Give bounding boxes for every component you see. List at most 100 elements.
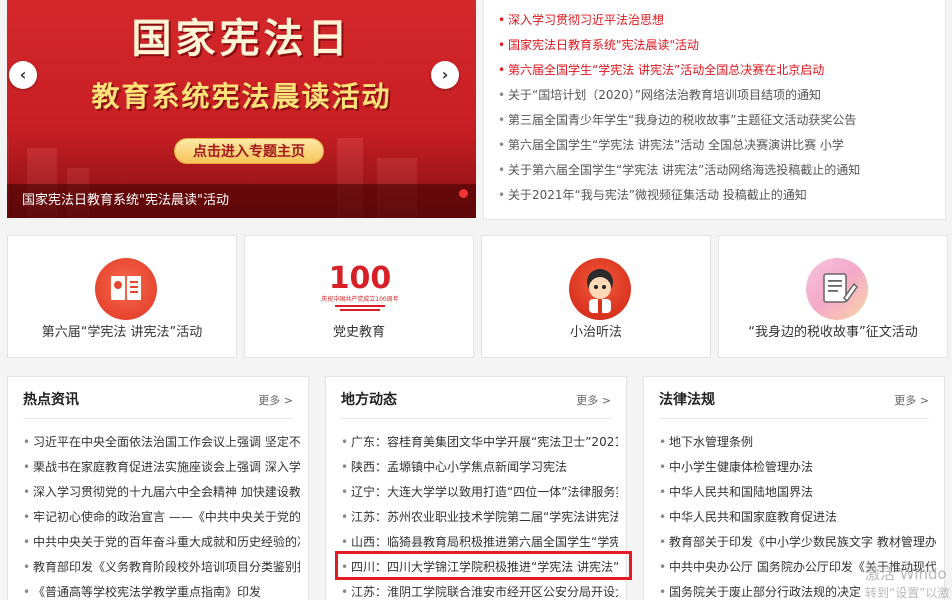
banner-subtitle: 教育系统宪法晨读活动 [91, 80, 392, 113]
list-item[interactable]: • 《普通高等学校宪法学教学重点指南》印发 [23, 580, 300, 600]
more-link[interactable]: 更多 > [894, 392, 929, 408]
list-item-text[interactable]: 广东：容桂育美集团文华中学开展“宪法卫士”2021年 [351, 435, 618, 449]
bullet-icon: • [498, 113, 506, 127]
list-item[interactable]: • 陕西：孟塬镇中心小学焦点新闻学习宪法 [341, 455, 618, 480]
list-item-text[interactable]: 陕西：孟塬镇中心小学焦点新闻学习宪法 [351, 460, 567, 474]
banner-title: 国家宪法日 [131, 15, 352, 62]
list-item-text[interactable]: 《普通高等学校宪法学教学重点指南》印发 [33, 585, 261, 599]
bullet-icon: • [498, 88, 506, 102]
list-item[interactable]: • 教育部印发《义务教育阶段校外培训项目分类鉴别指南 [23, 555, 300, 580]
list-item[interactable]: • 地下水管理条例 [659, 430, 936, 455]
news-item[interactable]: • 第六届全国学生“学宪法 讲宪法”活动 全国总决赛演讲比赛 小学 [498, 133, 945, 158]
carousel-indicator-dot[interactable] [459, 189, 468, 198]
bullet-icon: • [659, 535, 667, 549]
news-item[interactable]: • 深入学习贯彻习近平法治思想 [498, 8, 945, 33]
list-item[interactable]: • 栗战书在家庭教育促进法实施座谈会上强调 深入学习 [23, 455, 300, 480]
list-item-text[interactable]: 中华人民共和国家庭教育促进法 [669, 510, 837, 524]
document-pen-icon [806, 258, 868, 320]
column-header: 地方动态 更多 > [341, 387, 611, 419]
news-item[interactable]: • 关于2021年“我与宪法”微视频征集活动 投稿截止的通知 [498, 183, 945, 208]
list-item-text[interactable]: 中共中央关于党的百年奋斗重大成就和历史经验的决议 [33, 535, 300, 549]
news-item[interactable]: • 第三届全国青少年学生“我身边的税收故事”主题征文活动获奖公告 [498, 108, 945, 133]
column-header: 热点资讯 更多 > [23, 387, 293, 419]
bullet-icon: • [23, 510, 31, 524]
news-item[interactable]: • 国家宪法日教育系统"宪法晨读"活动 [498, 33, 945, 58]
list-item-text[interactable]: 栗战书在家庭教育促进法实施座谈会上强调 深入学习 [33, 460, 300, 474]
list-item[interactable]: • 教育部关于印发《中小学少数民族文字 教材管理办法 [659, 530, 936, 555]
more-link[interactable]: 更多 > [258, 392, 293, 408]
bullet-icon: • [498, 138, 506, 152]
list-item[interactable]: • 广东：容桂育美集团文华中学开展“宪法卫士”2021年 [341, 430, 618, 455]
bullet-icon: • [23, 585, 31, 599]
list-item-text[interactable]: 牢记初心使命的政治宣言 ——《中共中央关于党的百 [33, 510, 300, 524]
news-item-text[interactable]: 深入学习贯彻习近平法治思想 [508, 13, 664, 27]
tile-shuishou[interactable]: “我身边的税收故事”征文活动 [718, 235, 948, 358]
bullet-icon: • [498, 163, 506, 177]
column-hot-news: 热点资讯 更多 > • 习近平在中央全面依法治国工作会议上强调 坚定不移 • 栗战书在… [7, 376, 309, 600]
tile-xuexianfa[interactable]: 第六届“学宪法 讲宪法”活动 [7, 235, 237, 358]
bullet-icon: • [341, 585, 349, 599]
bullet-icon: • [23, 460, 31, 474]
list-item[interactable]: • 牢记初心使命的政治宣言 ——《中共中央关于党的百 [23, 505, 300, 530]
tile-dangshi[interactable]: 100 庆祝中国共产党成立100周年 党史教育 [244, 235, 474, 358]
bullet-icon: • [341, 510, 349, 524]
list-item-text[interactable]: 习近平在中央全面依法治国工作会议上强调 坚定不移 [33, 435, 300, 449]
top-news-list: • 深入学习贯彻习近平法治思想 • 国家宪法日教育系统"宪法晨读"活动 • 第六届全国学生… [483, 0, 946, 220]
bullet-icon: • [659, 585, 667, 599]
tile-xiaozhi[interactable]: 小治听法 [481, 235, 711, 358]
bullet-icon: • [498, 63, 506, 77]
banner-caption[interactable]: 国家宪法日教育系统"宪法晨读"活动 [7, 184, 476, 218]
list-item-text[interactable]: 中华人民共和国陆地国界法 [669, 485, 813, 499]
news-item[interactable]: • 关于第六届全国学生“学宪法 讲宪法”活动网络海选投稿截止的通知 [498, 158, 945, 183]
book-emblem-icon [95, 258, 157, 320]
list-item[interactable]: • 深入学习贯彻党的十九届六中全会精神 加快建设教育 [23, 480, 300, 505]
list-item-text[interactable]: 山西：临猗县教育局积极推进第六届全国学生“学宪法 [351, 535, 618, 549]
bullet-icon: • [341, 485, 349, 499]
logo-text: 庆祝中国共产党成立100周年 [321, 295, 398, 303]
list-item[interactable]: • 江苏：淮阴工学院联合淮安市经开区公安分局开设大学 [341, 580, 618, 600]
party-100-logo-icon: 100 庆祝中国共产党成立100周年 [315, 256, 405, 314]
list-item[interactable]: • 中共中央关于党的百年奋斗重大成就和历史经验的决议 [23, 530, 300, 555]
list-item[interactable]: • 中华人民共和国陆地国界法 [659, 480, 936, 505]
highlight-box [335, 551, 632, 580]
list-item-text[interactable]: 深入学习贯彻党的十九届六中全会精神 加快建设教育 [33, 485, 300, 499]
windows-activation-hint: 转到“设置”以激 [865, 586, 950, 600]
news-item-text[interactable]: 国家宪法日教育系统"宪法晨读"活动 [508, 38, 699, 52]
list-item[interactable]: • 习近平在中央全面依法治国工作会议上强调 坚定不移 [23, 430, 300, 455]
list-item-text[interactable]: 辽宁：大连大学学以致用打造“四位一体”法律服务实 [351, 485, 618, 499]
list-item[interactable]: • 中小学生健康体检管理办法 [659, 455, 936, 480]
list-item-text[interactable]: 江苏：淮阴工学院联合淮安市经开区公安分局开设大学 [351, 585, 618, 599]
news-item-text[interactable]: 第六届全国学生“学宪法 讲宪法”活动 全国总决赛演讲比赛 小学 [508, 138, 844, 152]
list-item-text[interactable]: 国务院关于废止部分行政法规的决定 [669, 585, 861, 599]
column-header: 法律法规 更多 > [659, 387, 929, 419]
column-title: 热点资讯 [23, 392, 79, 408]
news-item-text[interactable]: 关于2021年“我与宪法”微视频征集活动 投稿截止的通知 [508, 188, 807, 202]
list-item-text[interactable]: 中小学生健康体检管理办法 [669, 460, 813, 474]
news-item[interactable]: • 关于“国培计划（2020）”网络法治教育培训项目结项的通知 [498, 83, 945, 108]
carousel-next-button[interactable]: › [431, 61, 459, 89]
bullet-icon: • [23, 435, 31, 449]
list-item[interactable]: • 江苏：苏州农业职业技术学院第二届“学宪法讲宪法” [341, 505, 618, 530]
banner-carousel[interactable]: 国家宪法日 教育系统宪法晨读活动 点击进入专题主页 国家宪法日教育系统"宪法晨读… [7, 0, 476, 218]
list-item-text[interactable]: 江苏：苏州农业职业技术学院第二届“学宪法讲宪法” [351, 510, 618, 524]
list-item[interactable]: • 辽宁：大连大学学以致用打造“四位一体”法律服务实 [341, 480, 618, 505]
more-link[interactable]: 更多 > [576, 392, 611, 408]
mascot-icon [569, 258, 631, 320]
bullet-icon: • [498, 188, 506, 202]
carousel-prev-button[interactable]: ‹ [9, 61, 37, 89]
banner-cta-button[interactable]: 点击进入专题主页 [174, 138, 324, 164]
tile-label: 小治听法 [569, 325, 622, 340]
list-item-text[interactable]: 地下水管理条例 [669, 435, 753, 449]
list-item-text[interactable]: 教育部印发《义务教育阶段校外培训项目分类鉴别指南 [33, 560, 300, 574]
tile-label: “我身边的税收故事”征文活动 [748, 325, 918, 340]
tile-label: 第六届“学宪法 讲宪法”活动 [41, 325, 203, 340]
column-title: 法律法规 [659, 392, 715, 408]
news-item[interactable]: • 第六届全国学生“学宪法 讲宪法”活动全国总决赛在北京启动 [498, 58, 945, 83]
list-item[interactable]: • 中华人民共和国家庭教育促进法 [659, 505, 936, 530]
news-item-text[interactable]: 第六届全国学生“学宪法 讲宪法”活动全国总决赛在北京启动 [508, 63, 824, 77]
news-item-text[interactable]: 第三届全国青少年学生“我身边的税收故事”主题征文活动获奖公告 [508, 113, 856, 127]
bullet-icon: • [659, 560, 667, 574]
news-item-text[interactable]: 关于“国培计划（2020）”网络法治教育培训项目结项的通知 [508, 88, 821, 102]
news-item-text[interactable]: 关于第六届全国学生“学宪法 讲宪法”活动网络海选投稿截止的通知 [508, 163, 860, 177]
list-item-text[interactable]: 教育部关于印发《中小学少数民族文字 教材管理办法 [669, 535, 936, 549]
